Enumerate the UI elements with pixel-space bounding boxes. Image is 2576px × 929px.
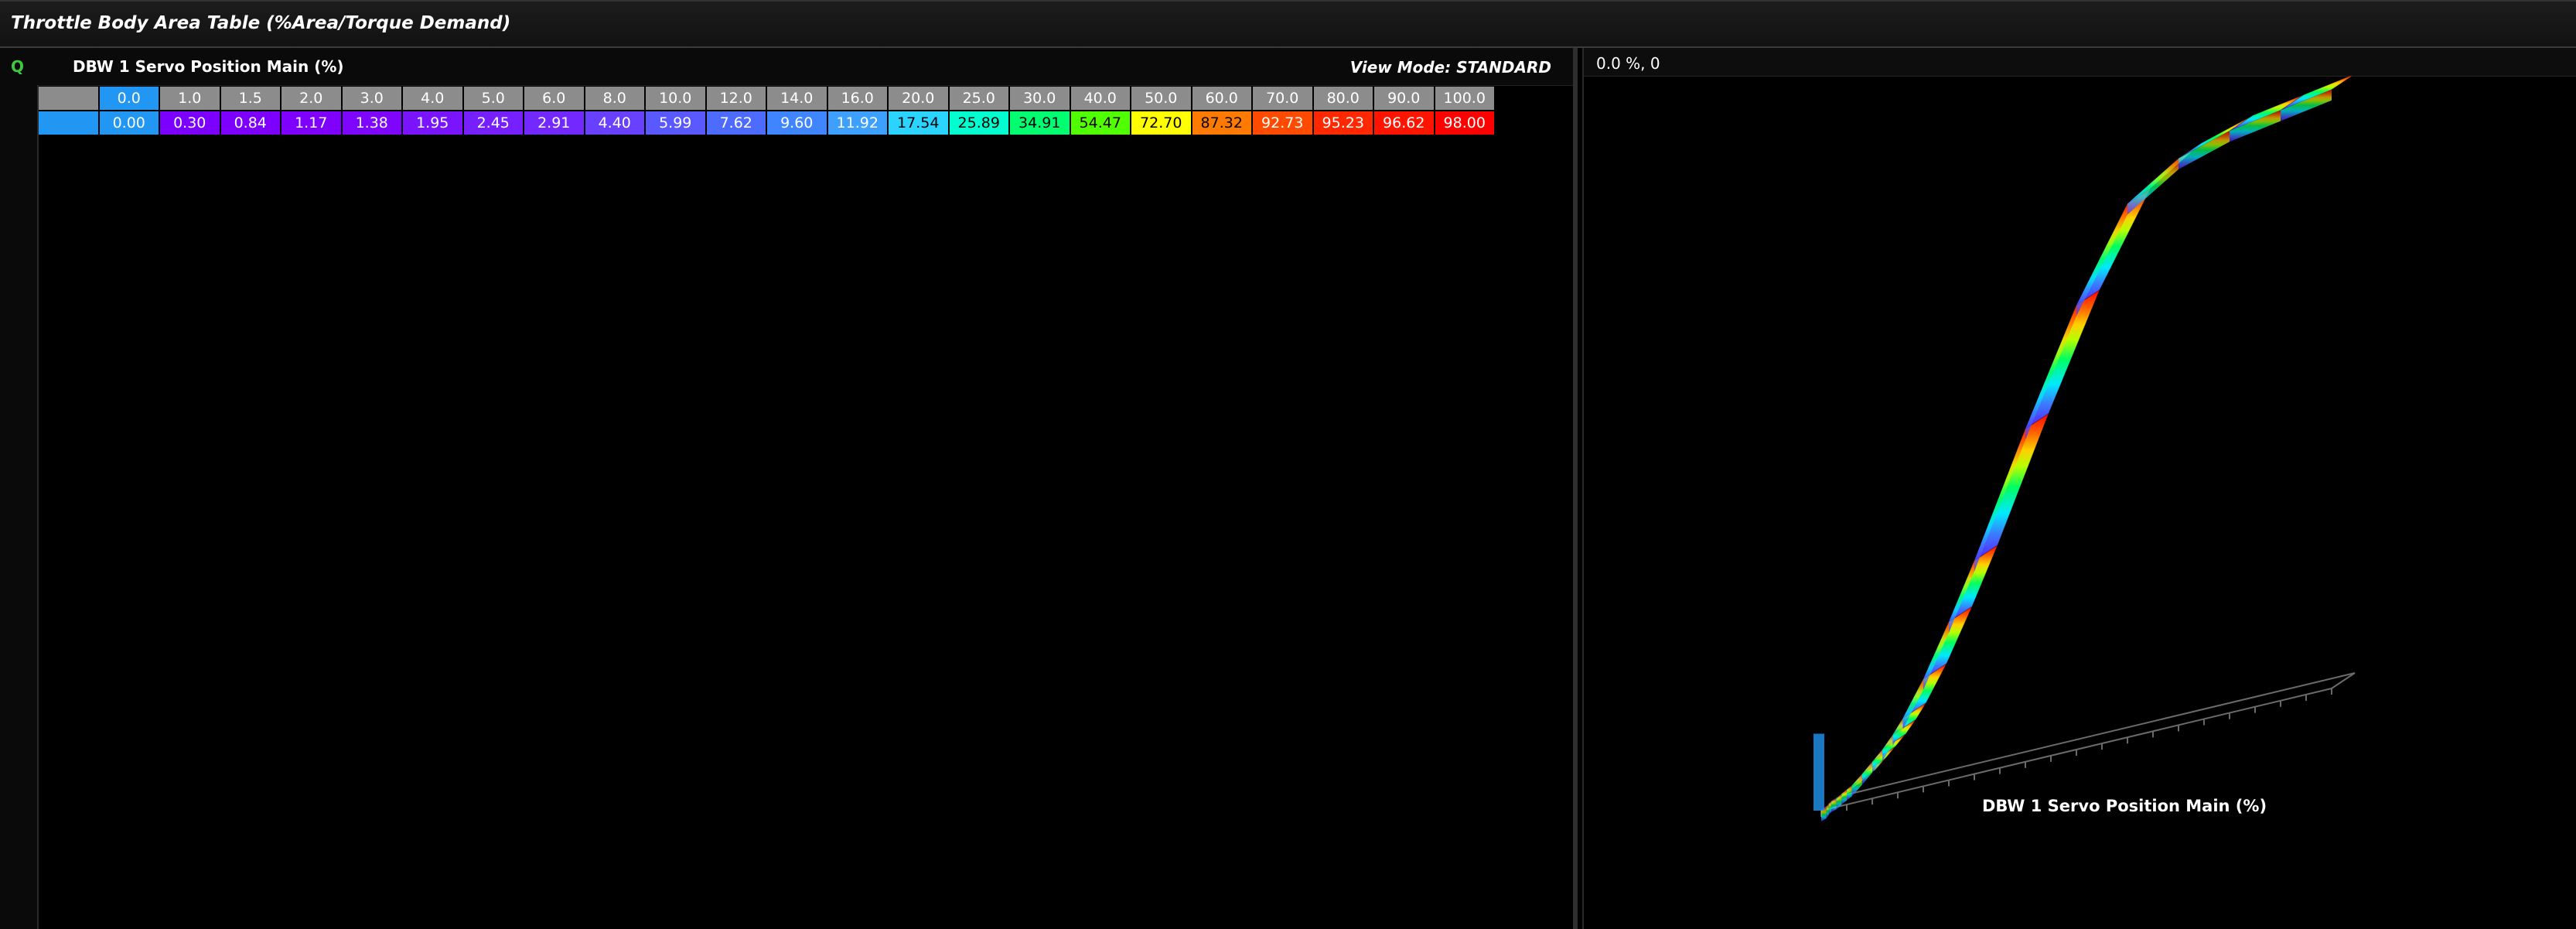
x-axis-cell[interactable]: 100.0 (1435, 87, 1496, 110)
x-axis-cell[interactable]: 4.0 (403, 87, 464, 110)
cursor-readout: 0.0 %, 0 (1596, 54, 1660, 73)
row-gutter (0, 85, 39, 929)
table-panel: Q DBW 1 Servo Position Main (%) View Mod… (0, 48, 1578, 929)
x-axis-cell[interactable]: 70.0 (1253, 87, 1314, 110)
window-titlebar: Throttle Body Area Table (%Area/Torque D… (0, 0, 2576, 48)
x-axis-cell[interactable]: 50.0 (1131, 87, 1192, 110)
row-header-cell[interactable] (39, 111, 100, 135)
surface-segment-side (2179, 131, 2230, 169)
x-axis-cell[interactable]: 25.0 (949, 87, 1010, 110)
value-cell[interactable]: 95.23 (1313, 111, 1374, 135)
value-cell[interactable]: 0.00 (99, 111, 160, 135)
surface-segment-side (1882, 735, 1893, 760)
x-axis-cell[interactable]: 16.0 (827, 87, 889, 110)
table-grid: 0.0 1.0 1.5 2.0 3.0 4.0 5.0 6.0 8.0 10.0 12.0 14.0 1… (39, 87, 1496, 136)
x-axis-cell[interactable]: 2.0 (281, 87, 343, 110)
x-axis-header-row: 0.0 1.0 1.5 2.0 3.0 4.0 5.0 6.0 8.0 10.0 12.0 14.0 1… (39, 87, 1496, 110)
values-row: 0.00 0.30 0.84 1.17 1.38 1.95 2.45 2.91 4.40 5.99… (39, 111, 1496, 135)
surface-segment-side (2025, 305, 2076, 440)
x-axis-cell[interactable]: 60.0 (1192, 87, 1253, 110)
table-title: DBW 1 Servo Position Main (%) (73, 57, 344, 76)
surface-segment-side (1841, 789, 1847, 805)
x-axis-cell[interactable]: 3.0 (342, 87, 403, 110)
x-axis-cell[interactable]: 1.0 (160, 87, 221, 110)
value-cell[interactable]: 92.73 (1253, 111, 1314, 135)
surface-segment (2178, 114, 2254, 159)
x-axis-cell[interactable]: 12.0 (706, 87, 767, 110)
value-cell[interactable]: 9.60 (767, 111, 828, 135)
value-cell[interactable]: 34.91 (1010, 111, 1071, 135)
value-cell[interactable]: 87.32 (1192, 111, 1253, 135)
value-cell[interactable]: 11.92 (827, 111, 889, 135)
surface-segment-side (1861, 761, 1872, 785)
x-axis-cell[interactable]: 0.0 (99, 87, 160, 110)
value-cell[interactable]: 0.84 (220, 111, 281, 135)
surface-segment-side (1847, 785, 1852, 801)
x-axis-cell[interactable]: 8.0 (585, 87, 646, 110)
value-cell[interactable]: 1.38 (342, 111, 403, 135)
value-cell[interactable]: 7.62 (706, 111, 767, 135)
graph-panel: 0.0 %, 0 DBW 1 Servo Position Main (%) (1582, 48, 2576, 929)
graph-surface (1813, 76, 2353, 821)
surface-segment-side (1872, 749, 1883, 773)
value-cell[interactable]: 96.62 (1374, 111, 1435, 135)
surface-segment-side (1974, 429, 2025, 572)
x-axis-cell[interactable]: 5.0 (463, 87, 524, 110)
graph-axis-label: DBW 1 Servo Position Main (%) (1982, 797, 2267, 815)
x-axis-cell[interactable]: 30.0 (1010, 87, 1071, 110)
value-cell[interactable]: 25.89 (949, 111, 1010, 135)
value-cell[interactable]: 17.54 (889, 111, 950, 135)
value-cell[interactable]: 1.17 (281, 111, 343, 135)
value-cell[interactable]: 2.45 (463, 111, 524, 135)
graph-selection-marker (1813, 733, 1824, 811)
3d-graph[interactable]: DBW 1 Servo Position Main (%) (1584, 76, 2576, 927)
x-axis-cell[interactable]: 14.0 (767, 87, 828, 110)
value-cell[interactable]: 98.00 (1435, 111, 1496, 135)
window-title: Throttle Body Area Table (%Area/Torque D… (11, 13, 511, 33)
x-axis-cell[interactable]: 10.0 (646, 87, 707, 110)
table-panel-header: Q DBW 1 Servo Position Main (%) View Mod… (0, 48, 1573, 86)
table-corner-cell[interactable] (39, 87, 100, 110)
surface-segment-side (1851, 774, 1862, 797)
x-axis-cell[interactable]: 90.0 (1374, 87, 1435, 110)
value-cell[interactable]: 72.70 (1131, 111, 1192, 135)
value-cell[interactable]: 54.47 (1070, 111, 1131, 135)
x-axis-cell[interactable]: 6.0 (524, 87, 585, 110)
graph-panel-header: 0.0 %, 0 (1584, 48, 2576, 77)
value-cell[interactable]: 2.91 (524, 111, 585, 135)
graph-axis-box (1820, 672, 2356, 817)
surface-segment-side (2127, 158, 2179, 215)
x-axis-cell[interactable]: 1.5 (220, 87, 281, 110)
value-cell[interactable]: 5.99 (646, 111, 707, 135)
quick-edit-icon[interactable]: Q (11, 57, 24, 76)
x-axis-cell[interactable]: 20.0 (889, 87, 950, 110)
value-cell[interactable]: 1.95 (403, 111, 464, 135)
value-cell[interactable]: 0.30 (160, 111, 221, 135)
value-cell[interactable]: 4.40 (585, 111, 646, 135)
surface-segment-side (1826, 803, 1829, 819)
view-mode-label[interactable]: View Mode: STANDARD (1350, 58, 1551, 77)
x-axis-cell[interactable]: 80.0 (1313, 87, 1374, 110)
x-axis-cell[interactable]: 40.0 (1070, 87, 1131, 110)
surface-segment-side (2076, 203, 2127, 316)
